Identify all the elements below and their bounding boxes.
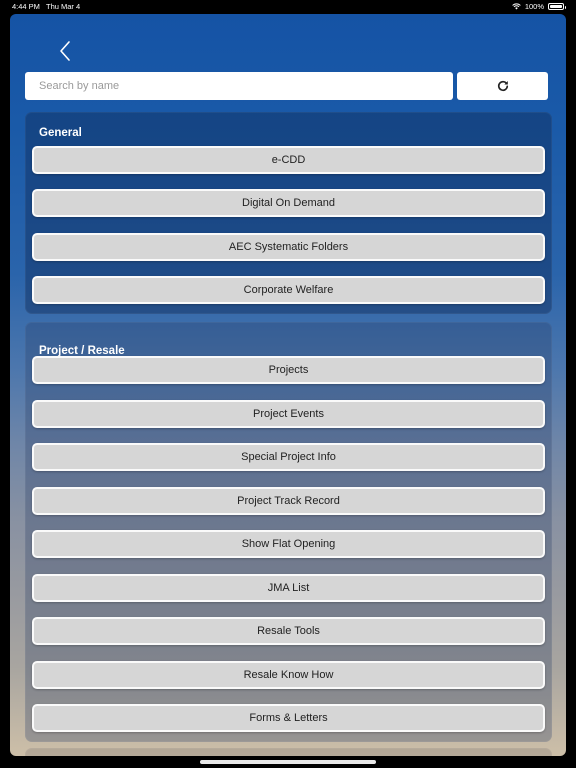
section-title-general: General — [39, 127, 82, 139]
menu-button-label: e-CDD — [271, 154, 306, 166]
wifi-icon — [512, 3, 521, 10]
menu-button-forms-letters[interactable]: Forms & Letters — [32, 704, 545, 732]
menu-button-e-cdd[interactable]: e-CDD — [32, 146, 545, 174]
back-button[interactable] — [56, 40, 76, 62]
menu-button-special-project-info[interactable]: Special Project Info — [32, 443, 545, 471]
status-date: Thu Mar 4 — [46, 2, 81, 11]
status-right: 100% — [512, 2, 566, 11]
menu-button-jma-list[interactable]: JMA List — [32, 574, 545, 602]
section-general: General e-CDD Digital On Demand AEC Syst… — [25, 112, 552, 314]
menu-button-label: AEC Systematic Folders — [228, 241, 349, 253]
menu-button-label: Corporate Welfare — [243, 284, 334, 296]
menu-button-project-track-record[interactable]: Project Track Record — [32, 487, 545, 515]
menu-button-corporate-welfare[interactable]: Corporate Welfare — [32, 276, 545, 304]
search-input[interactable] — [25, 72, 453, 100]
battery-percent: 100% — [524, 2, 544, 11]
menu-button-label: Project Events — [253, 408, 324, 420]
battery-icon — [548, 3, 566, 10]
menu-button-label: Show Flat Opening — [241, 538, 336, 550]
menu-button-label: Project Track Record — [237, 495, 340, 507]
menu-button-projects[interactable]: Projects — [32, 356, 545, 384]
menu-button-digital-on-demand[interactable]: Digital On Demand — [32, 189, 545, 217]
menu-button-label: Projects — [268, 364, 309, 376]
menu-button-label: Forms & Letters — [249, 712, 328, 724]
menu-button-label: Digital On Demand — [242, 197, 335, 209]
menu-button-aec-systematic-folders[interactable]: AEC Systematic Folders — [32, 233, 545, 261]
menu-button-label: Resale Know How — [243, 669, 334, 681]
section-next-partial — [25, 748, 552, 756]
menu-button-label: JMA List — [267, 582, 310, 594]
status-time: 4:44 PM — [12, 2, 40, 11]
menu-button-resale-know-how[interactable]: Resale Know How — [32, 661, 545, 689]
chevron-left-icon — [60, 41, 70, 61]
menu-button-show-flat-opening[interactable]: Show Flat Opening — [32, 530, 545, 558]
app-screen: General e-CDD Digital On Demand AEC Syst… — [10, 14, 566, 756]
menu-button-label: Resale Tools — [257, 625, 320, 637]
menu-button-resale-tools[interactable]: Resale Tools — [32, 617, 545, 645]
status-bar: 4:44 PM Thu Mar 4 100% — [0, 0, 576, 12]
home-indicator[interactable] — [200, 760, 376, 764]
refresh-icon — [497, 80, 508, 92]
section-project-resale: Project / Resale Projects Project Events… — [25, 322, 552, 742]
menu-button-label: Special Project Info — [241, 451, 336, 463]
menu-button-project-events[interactable]: Project Events — [32, 400, 545, 428]
refresh-button[interactable] — [457, 72, 548, 100]
